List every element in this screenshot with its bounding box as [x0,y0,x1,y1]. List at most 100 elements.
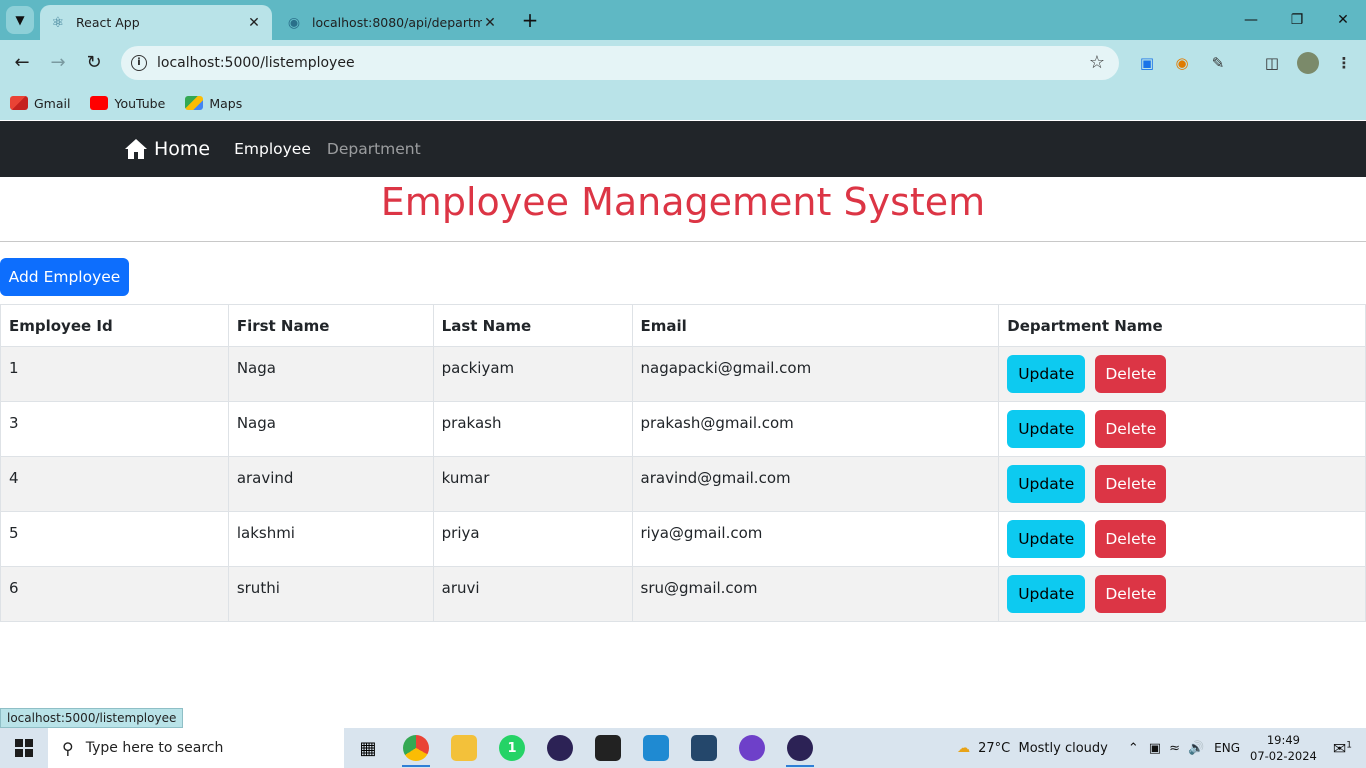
close-tab-icon[interactable]: ✕ [246,15,262,31]
bookmarks-bar: Gmail YouTube Maps [0,86,1366,120]
update-button[interactable]: Update [1007,520,1086,558]
chrome-taskbar-icon[interactable] [392,728,440,768]
cell-first-name: aravind [227,456,434,512]
tab-title: localhost:8080/api/department [312,15,482,30]
window-close-icon[interactable]: ✕ [1320,6,1366,34]
whatsapp-icon[interactable]: 1 [488,728,536,768]
notification-center-icon[interactable]: ✉1 [1333,739,1352,758]
maps-icon [185,96,204,110]
status-bar-url: localhost:5000/listemployee [0,708,184,728]
delete-button[interactable]: Delete [1095,355,1167,393]
extension-translate-icon[interactable]: ▣ [1136,52,1158,74]
header-employee-id: Employee Id [0,304,229,347]
cell-employee-id: 3 [0,401,229,457]
database-icon[interactable] [680,728,728,768]
mysql-workbench-icon[interactable] [584,728,632,768]
weather-icon[interactable]: ☁ [957,741,970,756]
windows-icon [15,739,33,757]
cell-employee-id: 5 [0,511,229,567]
taskbar-search[interactable]: ⚲ Type here to search [48,728,344,768]
youtube-icon [90,96,109,110]
clock[interactable]: 19:49 07-02-2024 [1250,732,1317,764]
forward-icon[interactable]: → [44,49,72,77]
delete-button[interactable]: Delete [1095,410,1167,448]
bookmark-gmail[interactable]: Gmail [10,96,70,111]
extension-icon[interactable]: ◉ [1171,52,1193,74]
app-navbar: Home Employee Department [0,121,1366,177]
home-icon [125,139,147,159]
table-row: 3 Naga prakash prakash@gmail.com Update D… [0,401,1366,457]
extensions-puzzle-icon[interactable]: ✎ [1207,52,1229,74]
whatsapp-badge: 1 [499,735,525,761]
show-hidden-icons[interactable]: ⌃ [1128,741,1139,756]
header-department-name: Department Name [998,304,1366,347]
network-icon[interactable]: ▣ [1149,741,1161,756]
system-tray: ☁ 27°C Mostly cloudy ⌃ ▣ ≈ 🔊 ENG 19:49 0… [957,728,1366,768]
delete-button[interactable]: Delete [1095,520,1167,558]
side-panel-icon[interactable]: ◫ [1261,52,1283,74]
minimize-icon[interactable]: — [1228,6,1274,34]
profile-avatar[interactable] [1297,52,1319,74]
update-button[interactable]: Update [1007,575,1086,613]
bookmark-youtube[interactable]: YouTube [90,96,165,111]
delete-button[interactable]: Delete [1095,575,1167,613]
bookmark-star-icon[interactable]: ☆ [1089,52,1105,73]
react-icon: ⚛ [51,14,65,31]
bookmark-label: Maps [209,95,243,111]
brand-label: Home [154,138,211,160]
cell-last-name: prakash [432,401,633,457]
cell-email: riya@gmail.com [631,511,1000,567]
cell-actions: Update Delete [998,346,1366,402]
start-button[interactable] [0,728,48,768]
back-icon[interactable]: ← [8,49,36,77]
nav-link-employee[interactable]: Employee [234,140,311,158]
add-employee-button[interactable]: Add Employee [0,258,129,296]
notification-badge: 1 [1346,740,1352,751]
taskbar: ⚲ Type here to search ▦ 1 ☁ 27°C Mostly … [0,728,1366,768]
close-tab-icon[interactable]: ✕ [482,15,498,31]
tab-react-app[interactable]: ⚛ React App ✕ [40,5,272,40]
bookmark-label: Gmail [34,95,71,111]
tab-search-button[interactable]: ▼ [6,6,34,34]
tab-title: React App [76,15,140,30]
wifi-icon[interactable]: ≈ [1169,741,1180,756]
site-info-icon[interactable]: i [131,55,147,71]
eclipse-ide-icon[interactable] [776,728,824,768]
cell-email: nagapacki@gmail.com [631,346,1000,402]
home-link[interactable]: Home [124,138,210,160]
page-title: Employee Management System [380,180,986,224]
github-desktop-icon[interactable] [728,728,776,768]
header-last-name: Last Name [432,304,633,347]
file-explorer-icon[interactable] [440,728,488,768]
address-bar[interactable]: i localhost:5000/listemployee ☆ [121,46,1119,80]
new-tab-button[interactable]: + [516,8,544,32]
update-button[interactable]: Update [1007,410,1086,448]
cell-actions: Update Delete [998,511,1366,567]
restore-icon[interactable]: ❐ [1274,6,1320,34]
bookmark-maps[interactable]: Maps [185,96,242,111]
chrome-menu-icon[interactable]: ⋮ [1333,52,1355,74]
reload-icon[interactable]: ↻ [80,49,108,77]
task-view-icon[interactable]: ▦ [344,728,392,768]
update-button[interactable]: Update [1007,355,1086,393]
table-row: 1 Naga packiyam nagapacki@gmail.com Upda… [0,346,1366,402]
nav-link-department[interactable]: Department [327,140,421,158]
browser-tabstrip: ▼ ⚛ React App ✕ ◉ localhost:8080/api/dep… [0,0,1366,40]
cell-employee-id: 4 [0,456,229,512]
volume-icon[interactable]: 🔊 [1188,741,1204,756]
tab-department-api[interactable]: ◉ localhost:8080/api/department ✕ [276,5,508,40]
eclipse-icon[interactable] [536,728,584,768]
cell-email: prakash@gmail.com [631,401,1000,457]
weather-text[interactable]: 27°C Mostly cloudy [978,741,1108,756]
cell-email: sru@gmail.com [631,566,1000,622]
table-row: 4 aravind kumar aravind@gmail.com Update… [0,456,1366,512]
cell-first-name: Naga [227,401,434,457]
cell-email: aravind@gmail.com [631,456,1000,512]
language-indicator[interactable]: ENG [1214,741,1240,755]
cell-employee-id: 1 [0,346,229,402]
delete-button[interactable]: Delete [1095,465,1167,503]
update-button[interactable]: Update [1007,465,1086,503]
header-first-name: First Name [227,304,434,347]
vscode-icon[interactable] [632,728,680,768]
cell-last-name: aruvi [432,566,633,622]
